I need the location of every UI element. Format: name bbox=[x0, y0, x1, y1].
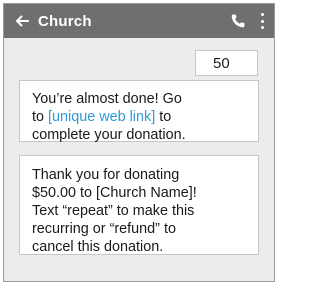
message-line: Text “repeat” to make this bbox=[32, 203, 195, 219]
received-message-bubble: Thank you for donating $50.00 to [Church… bbox=[19, 155, 259, 255]
message-line: $50.00 to [Church Name]! bbox=[32, 185, 197, 201]
conversation-title: Church bbox=[38, 12, 92, 30]
app-bar: Church bbox=[4, 4, 274, 38]
messaging-screen: Church 50 You’re almost done! Go to [uni… bbox=[3, 3, 275, 282]
message-line: You’re almost done! Go bbox=[32, 91, 182, 107]
phone-screen: Church 50 You’re almost done! Go to [uni… bbox=[0, 0, 279, 285]
arrow-left-icon[interactable] bbox=[14, 13, 30, 29]
message-text: to bbox=[32, 109, 48, 125]
message-line: recurring or “refund” to bbox=[32, 221, 176, 237]
more-vertical-icon[interactable] bbox=[260, 13, 264, 29]
message-line: complete your donation. bbox=[32, 127, 186, 143]
received-message-bubble: You’re almost done! Go to [unique web li… bbox=[19, 80, 259, 143]
message-text: to bbox=[155, 109, 172, 125]
donation-link[interactable]: [unique web link] bbox=[48, 109, 155, 125]
message-line: cancel this donation. bbox=[32, 239, 164, 255]
sent-message-text: 50 bbox=[213, 54, 230, 72]
message-line: Thank you for donating bbox=[32, 167, 180, 183]
sent-message-bubble: 50 bbox=[195, 50, 258, 76]
phone-icon[interactable] bbox=[230, 13, 246, 29]
message-line: to [unique web link] to bbox=[32, 108, 258, 126]
app-bar-actions bbox=[230, 4, 264, 38]
